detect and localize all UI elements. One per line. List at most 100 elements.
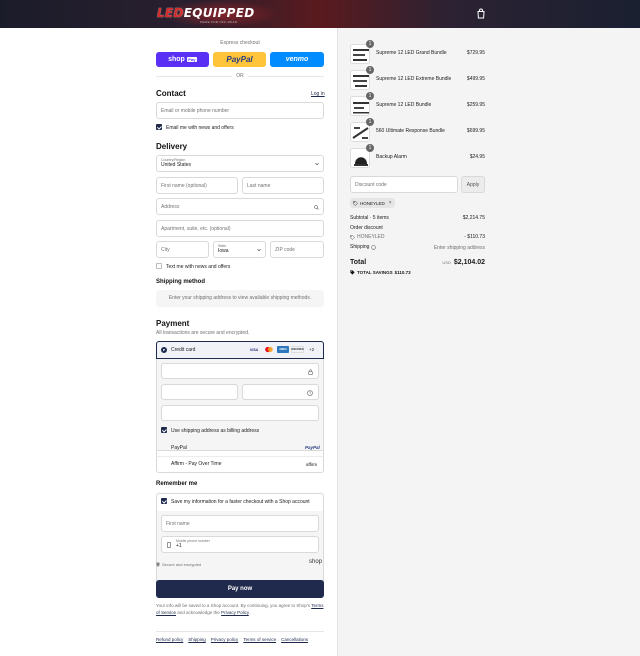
save-info-checkbox[interactable] <box>161 498 167 504</box>
quantity-badge: 1 <box>366 118 374 126</box>
affirm-divider <box>157 456 323 457</box>
item-price: $499.95 <box>466 76 485 82</box>
site-logo[interactable]: LED EQUIPPED <box>157 5 254 21</box>
email-field[interactable]: Email or mobile phone number <box>156 102 324 119</box>
help-circle-icon[interactable] <box>307 390 313 396</box>
privacy-policy-footer-link[interactable]: Privacy policy <box>211 637 239 642</box>
shipping-value: Enter shipping address <box>433 245 485 251</box>
terms-of-service-footer-link[interactable]: Terms of service <box>243 637 276 642</box>
tag-icon <box>350 270 355 275</box>
city-placeholder: City <box>161 246 170 253</box>
discount-code-field[interactable]: Discount code <box>350 176 458 193</box>
address-placeholder: Address <box>161 203 180 210</box>
paypal-button[interactable]: PayPal <box>213 52 266 67</box>
apartment-placeholder: Apartment, suite, etc. (optional) <box>161 225 231 232</box>
shipping-link[interactable]: Shipping <box>188 637 206 642</box>
venmo-button[interactable]: venmo <box>270 52 324 67</box>
refund-policy-link[interactable]: Refund policy <box>156 637 183 642</box>
apartment-field[interactable]: Apartment, suite, etc. (optional) <box>156 220 324 237</box>
legal-and: and acknowledge the <box>177 610 220 615</box>
chevron-down-icon <box>257 248 261 252</box>
lock-icon <box>308 369 313 375</box>
paypal-logo: PayPal <box>305 445 320 450</box>
shop-logo: shop <box>309 559 323 565</box>
city-field[interactable]: City <box>156 241 209 258</box>
affirm-option-label[interactable]: Affirm - Pay Over Time <box>171 461 221 467</box>
shipping-method-note: Enter your shipping address to view avai… <box>156 290 324 307</box>
logo-equipped: EQUIPPED <box>183 6 255 20</box>
currency-label: USD <box>442 260 451 265</box>
first-name-placeholder: First name (optional) <box>161 182 207 189</box>
checkout-form: Express checkout shop Pay PayPal venmo O… <box>0 28 337 656</box>
shopping-bag-icon[interactable] <box>476 8 486 19</box>
tag-icon <box>350 234 355 240</box>
credit-card-radio[interactable] <box>161 347 167 353</box>
contact-heading: Contact <box>156 89 186 98</box>
expiration-field[interactable] <box>161 384 238 400</box>
amex-icon: AMEX <box>277 346 289 353</box>
billing-checkbox[interactable] <box>161 427 167 433</box>
or-divider-text: OR <box>236 73 244 79</box>
news-label: Email me with news and offers <box>166 125 234 131</box>
item-price: $259.95 <box>466 102 485 108</box>
logo-led: LED <box>157 6 184 20</box>
total-label: Total <box>350 259 367 266</box>
discount-tag-code: HONEYLED <box>360 200 385 206</box>
discount-tag: HONEYLED × <box>350 198 395 208</box>
chevron-down-icon <box>315 162 319 166</box>
divider-right <box>248 76 324 77</box>
privacy-policy-link[interactable]: Privacy Policy <box>221 610 249 615</box>
discount-code-placeholder: Discount code <box>355 181 387 188</box>
text-label: Text me with news and offers <box>166 264 231 270</box>
cancellations-link[interactable]: Cancellations <box>281 637 308 642</box>
help-circle-icon[interactable] <box>371 244 377 250</box>
shipping-row: Shipping <box>350 244 377 250</box>
paypal-label: PayPal <box>226 55 253 64</box>
credit-card-label: Credit card <box>171 347 196 353</box>
legal-end: . <box>248 610 251 615</box>
name-on-card-field[interactable] <box>161 405 319 421</box>
save-info-label: Save my information for a faster checkou… <box>171 499 310 505</box>
billing-label: Use shipping address as billing address <box>171 428 260 434</box>
remember-first-name-field[interactable]: First name <box>161 515 319 532</box>
discount-code-row: HONEYLED <box>350 234 385 240</box>
zip-field[interactable]: ZIP code <box>270 241 324 258</box>
item-price: $699.95 <box>466 128 485 134</box>
address-field[interactable]: Address <box>156 198 324 215</box>
logo-tagline: MADE FOR OFF-ROAD <box>200 20 238 24</box>
quantity-badge: 1 <box>366 40 374 48</box>
remove-discount-icon[interactable]: × <box>389 200 392 206</box>
shop-pay-badge: Pay <box>186 57 197 62</box>
remember-first-name-placeholder: First name <box>166 520 190 527</box>
paypal-option-label[interactable]: PayPal <box>171 445 187 451</box>
legal-text: Your info will be saved to a Shop accoun… <box>156 602 324 616</box>
last-name-placeholder: Last name <box>247 182 271 189</box>
zip-placeholder: ZIP code <box>275 246 295 253</box>
shipping-label: Shipping <box>350 244 370 250</box>
total-savings-label: TOTAL SAVINGS <box>357 270 393 275</box>
secure-text: Secure and encrypted <box>162 562 202 567</box>
visa-icon: VISA <box>249 347 259 352</box>
remember-me-heading: Remember me <box>156 481 198 487</box>
country-select[interactable]: Country/Region United States <box>156 155 324 172</box>
login-link[interactable]: Log in <box>311 91 325 97</box>
state-select[interactable]: State Iowa <box>213 241 266 258</box>
total-savings-value: $110.73 <box>394 270 411 275</box>
news-checkbox[interactable] <box>156 124 162 130</box>
first-name-field[interactable]: First name (optional) <box>156 177 238 194</box>
security-code-field[interactable] <box>242 384 319 400</box>
pay-now-button[interactable]: Pay now <box>156 580 324 598</box>
apply-button[interactable]: Apply <box>461 176 485 193</box>
total-savings-row: TOTAL SAVINGS $110.73 <box>350 270 411 275</box>
last-name-field[interactable]: Last name <box>242 177 324 194</box>
search-icon <box>314 205 319 210</box>
quantity-badge: 1 <box>366 144 374 152</box>
express-checkout-title: Express checkout <box>220 40 260 46</box>
mobile-phone-field[interactable]: Mobile phone number +1 <box>161 536 319 553</box>
subtotal-value: $2,214.75 <box>462 215 485 221</box>
text-checkbox[interactable] <box>156 263 162 269</box>
card-number-field[interactable] <box>161 363 319 379</box>
venmo-label: venmo <box>285 56 309 63</box>
mastercard-icon <box>263 346 275 353</box>
shop-pay-button[interactable]: shop Pay <box>156 52 209 67</box>
